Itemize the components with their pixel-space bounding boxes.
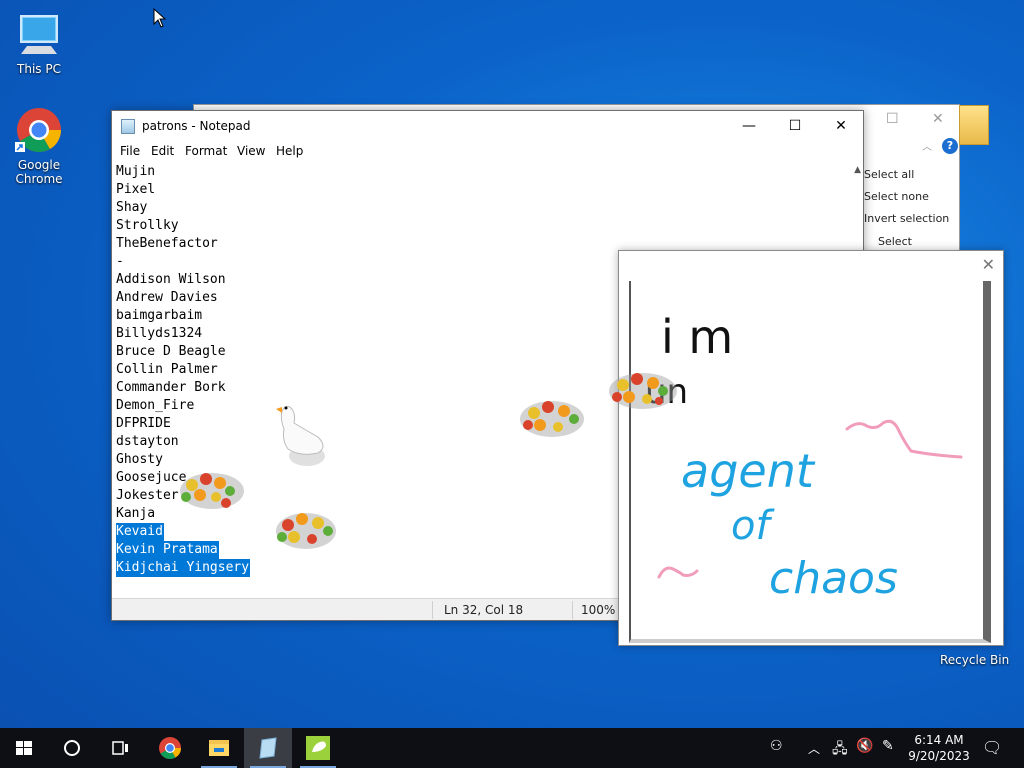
desktop-icon-label: This PC <box>17 62 61 76</box>
people-icon[interactable]: ⚇ <box>770 738 783 754</box>
taskbar: ⚇ ︿ 🖧 🔇 ✎ 6:14 AM 9/20/2023 🗨 <box>0 728 1024 768</box>
goose-icon <box>276 405 325 466</box>
text-line: TheBenefactor <box>116 236 218 251</box>
desktop-icon-label: Google Chrome <box>15 158 63 186</box>
cursor-icon <box>153 8 167 28</box>
pink-scribble <box>657 566 699 579</box>
pink-scribble <box>845 419 963 459</box>
notepad-icon <box>121 119 135 134</box>
window-title: patrons - Notepad <box>142 119 251 133</box>
menu-edit[interactable]: Edit <box>151 144 174 158</box>
volume-muted-icon[interactable]: 🔇 <box>856 738 873 754</box>
goose-app-icon <box>306 736 330 760</box>
menu-bar: File Edit Format View Help <box>112 141 863 161</box>
text-line: Mujin <box>116 164 156 179</box>
drawn-text-im: i m <box>661 310 733 364</box>
task-view-button[interactable] <box>96 728 144 768</box>
leaf-pile-icon <box>520 401 584 437</box>
close-button[interactable]: ✕ <box>818 111 864 141</box>
system-clock[interactable]: 6:14 AM 9/20/2023 <box>906 732 972 764</box>
leaf-pile-icon <box>609 373 677 409</box>
text-line: Andrew Davies <box>116 290 218 305</box>
chrome-icon <box>159 737 181 759</box>
text-line: Collin Palmer <box>116 362 218 377</box>
desktop-goose-overlay <box>180 401 584 549</box>
taskbar-file-explorer[interactable] <box>195 728 243 768</box>
text-line: Billyds1324 <box>116 326 203 341</box>
clock-date: 9/20/2023 <box>908 749 970 763</box>
task-view-icon <box>112 741 128 755</box>
help-icon[interactable]: ? <box>942 138 958 154</box>
menu-view[interactable]: View <box>237 144 265 158</box>
text-line: Strollky <box>116 218 179 233</box>
text-line: baimgarbaim <box>116 308 203 323</box>
zoom-level: 100% <box>581 603 616 617</box>
desktop-icon-google-chrome[interactable]: Google Chrome <box>1 106 77 186</box>
leaf-pile-icon <box>276 513 336 549</box>
windows-logo-icon <box>16 741 32 755</box>
drawn-text-agent: agent <box>681 444 816 498</box>
clock-time: 6:14 AM <box>914 733 964 747</box>
recycle-bin-label[interactable]: Recycle Bin <box>940 653 1009 667</box>
start-button[interactable] <box>0 728 48 768</box>
menu-help[interactable]: Help <box>276 144 303 158</box>
menu-file[interactable]: File <box>120 144 140 158</box>
ribbon-group-label: Select <box>878 235 912 248</box>
maximize-button[interactable]: ☐ <box>772 111 818 141</box>
leaf-pile-icon <box>180 473 244 509</box>
cortana-circle-icon <box>64 740 80 756</box>
monitor-icon <box>15 10 63 58</box>
scroll-up-icon[interactable]: ▲ <box>854 165 861 175</box>
ribbon-select-all[interactable]: Select all <box>864 168 914 181</box>
text-line: Pixel <box>116 182 156 197</box>
minimize-button[interactable]: — <box>726 111 772 141</box>
selected-text-line: Kevaid <box>116 523 164 541</box>
drawing-window[interactable]: ✕ i m un agent of chaos <box>609 250 1004 646</box>
drawing-canvas[interactable]: i m un agent of chaos <box>609 281 991 643</box>
notifications-icon[interactable]: 🗨 <box>982 738 1002 757</box>
text-line: Bruce D Beagle <box>116 344 226 359</box>
search-button[interactable] <box>48 728 96 768</box>
drawn-text-chaos: chaos <box>769 553 898 604</box>
drawn-text-of: of <box>731 503 775 549</box>
notepad-icon <box>259 737 277 759</box>
folder-icon <box>209 740 229 756</box>
close-icon[interactable]: ✕ <box>982 255 995 274</box>
text-line: - <box>116 254 124 269</box>
menu-format[interactable]: Format <box>185 144 227 158</box>
folder-icon <box>959 105 989 145</box>
ribbon-invert-selection[interactable]: Invert selection <box>864 212 949 225</box>
chevron-up-icon[interactable]: ︿ <box>922 138 932 153</box>
chevron-up-icon[interactable]: ︿ <box>808 740 820 757</box>
chrome-icon <box>15 106 63 154</box>
text-line: Shay <box>116 200 148 215</box>
desktop-icon-this-pc[interactable]: This PC <box>1 10 77 76</box>
cursor-position: Ln 32, Col 18 <box>444 603 524 617</box>
ribbon-select-none[interactable]: Select none <box>864 190 929 203</box>
taskbar-desktop-goose[interactable] <box>294 728 342 768</box>
taskbar-notepad[interactable] <box>244 728 292 768</box>
title-bar[interactable]: patrons - Notepad — ☐ ✕ <box>112 111 863 141</box>
taskbar-chrome[interactable] <box>146 728 194 768</box>
network-icon[interactable]: 🖧 <box>832 738 848 762</box>
pen-icon[interactable]: ✎ <box>882 738 894 754</box>
text-line: Addison Wilson <box>116 272 226 287</box>
close-icon[interactable]: ✕ <box>932 111 944 127</box>
maximize-icon[interactable]: ☐ <box>886 111 899 127</box>
